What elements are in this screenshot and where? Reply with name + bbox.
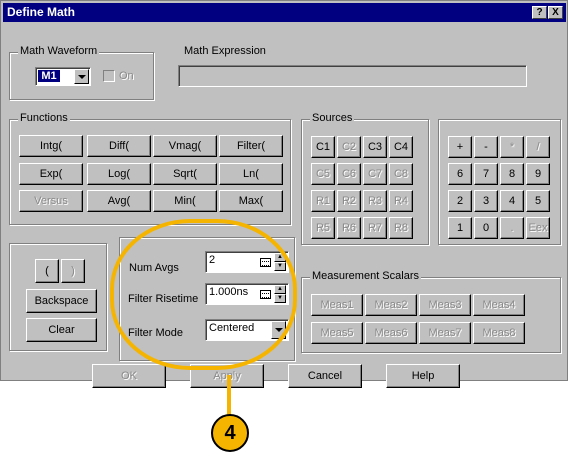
keypad-button-9[interactable]: 9 (526, 163, 550, 185)
keypad-button-decimal[interactable]: . (500, 217, 524, 239)
keypad-button-divide[interactable]: / (526, 136, 550, 158)
source-button-r1[interactable]: R1 (311, 190, 335, 212)
source-button-r4[interactable]: R4 (389, 190, 413, 212)
keypad-button-3[interactable]: 3 (474, 190, 498, 212)
help-button[interactable]: Help (386, 364, 460, 388)
title-bar: Define Math ? X (3, 3, 566, 22)
keypad-button-5[interactable]: 5 (526, 190, 550, 212)
source-button-r3[interactable]: R3 (363, 190, 387, 212)
cancel-button[interactable]: Cancel (288, 364, 362, 388)
function-button-max[interactable]: Max( (219, 190, 283, 212)
meas-button-4[interactable]: Meas4 (473, 294, 525, 316)
callout-number-badge: 4 (211, 414, 249, 452)
meas-button-7[interactable]: Meas7 (419, 322, 471, 344)
backspace-button[interactable]: Backspace (26, 289, 97, 313)
math-expression-field[interactable] (178, 65, 527, 87)
source-button-c2[interactable]: C2 (337, 136, 361, 158)
source-button-r6[interactable]: R6 (337, 217, 361, 239)
source-button-c5[interactable]: C5 (311, 163, 335, 185)
math-waveform-label: Math Waveform (18, 45, 100, 57)
open-paren-button[interactable]: ( (35, 259, 59, 283)
meas-button-5[interactable]: Meas5 (311, 322, 363, 344)
on-checkbox-label: On (119, 70, 134, 82)
source-button-c6[interactable]: C6 (337, 163, 361, 185)
clear-button[interactable]: Clear (26, 318, 97, 342)
keypad-button-minus[interactable]: - (474, 136, 498, 158)
functions-label: Functions (18, 112, 70, 124)
source-button-r8[interactable]: R8 (389, 217, 413, 239)
source-button-r2[interactable]: R2 (337, 190, 361, 212)
source-button-c3[interactable]: C3 (363, 136, 387, 158)
chevron-down-icon[interactable] (74, 69, 89, 84)
measurement-scalars-label: Measurement Scalars (310, 270, 421, 282)
keypad-button-6[interactable]: 6 (448, 163, 472, 185)
function-button-versus[interactable]: Versus (19, 190, 83, 212)
sources-label: Sources (310, 112, 355, 124)
function-button-filter[interactable]: Filter( (219, 135, 283, 157)
source-button-c7[interactable]: C7 (363, 163, 387, 185)
keypad-button-multiply[interactable]: * (500, 136, 524, 158)
keypad-button-eex[interactable]: Eex (526, 217, 550, 239)
function-button-diff[interactable]: Diff( (87, 135, 151, 157)
function-button-avg[interactable]: Avg( (87, 190, 151, 212)
source-button-c1[interactable]: C1 (311, 136, 335, 158)
source-button-c8[interactable]: C8 (389, 163, 413, 185)
math-waveform-dropdown[interactable]: M1 (35, 67, 91, 86)
keypad-button-0[interactable]: 0 (474, 217, 498, 239)
math-waveform-selected: M1 (38, 70, 60, 82)
function-button-log[interactable]: Log( (87, 163, 151, 185)
source-button-c4[interactable]: C4 (389, 136, 413, 158)
meas-button-1[interactable]: Meas1 (311, 294, 363, 316)
window-title: Define Math (7, 5, 76, 19)
keypad-button-plus[interactable]: + (448, 136, 472, 158)
keypad-button-7[interactable]: 7 (474, 163, 498, 185)
meas-button-3[interactable]: Meas3 (419, 294, 471, 316)
function-button-sqrt[interactable]: Sqrt( (153, 163, 217, 185)
meas-button-2[interactable]: Meas2 (365, 294, 417, 316)
close-paren-button[interactable]: ) (61, 259, 85, 283)
ok-button[interactable]: OK (92, 364, 166, 388)
function-button-exp[interactable]: Exp( (19, 163, 83, 185)
math-expression-label: Math Expression (184, 45, 266, 57)
keypad-button-1[interactable]: 1 (448, 217, 472, 239)
help-title-button[interactable]: ? (532, 6, 547, 19)
on-checkbox[interactable] (103, 70, 115, 82)
meas-button-6[interactable]: Meas6 (365, 322, 417, 344)
keypad-button-8[interactable]: 8 (500, 163, 524, 185)
source-button-r7[interactable]: R7 (363, 217, 387, 239)
source-button-r5[interactable]: R5 (311, 217, 335, 239)
close-title-button[interactable]: X (548, 6, 563, 19)
callout-connector (227, 375, 231, 417)
keypad-button-2[interactable]: 2 (448, 190, 472, 212)
callout-highlight-ring (110, 219, 297, 370)
function-button-intg[interactable]: Intg( (19, 135, 83, 157)
meas-button-8[interactable]: Meas8 (473, 322, 525, 344)
function-button-ln[interactable]: Ln( (219, 163, 283, 185)
function-button-min[interactable]: Min( (153, 190, 217, 212)
function-button-vmag[interactable]: Vmag( (153, 135, 217, 157)
keypad-button-4[interactable]: 4 (500, 190, 524, 212)
